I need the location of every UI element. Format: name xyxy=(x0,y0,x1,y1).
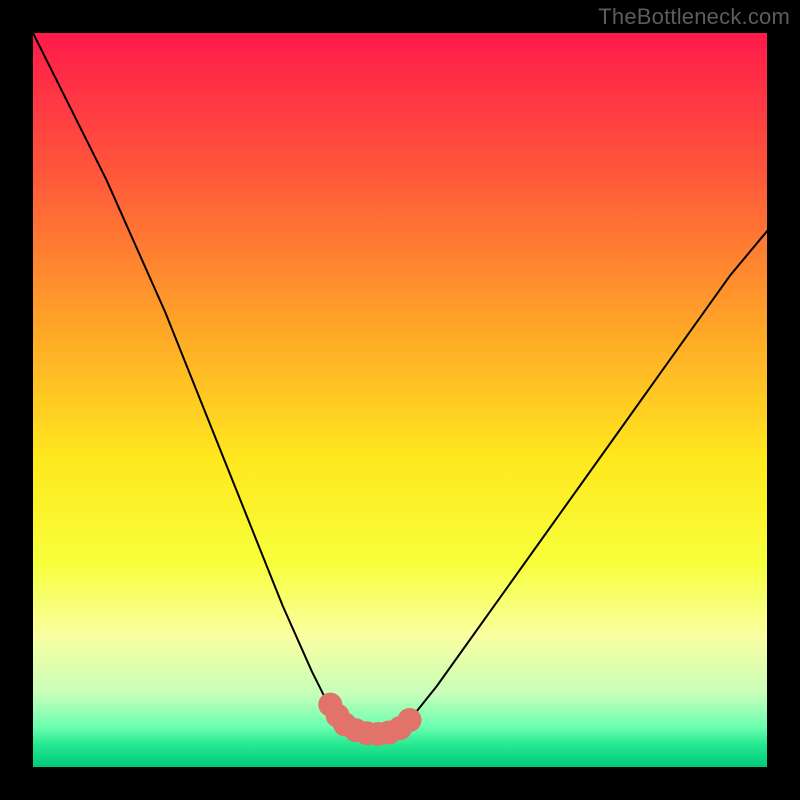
watermark-text: TheBottleneck.com xyxy=(598,4,790,30)
chart-svg xyxy=(33,33,767,767)
plot-area xyxy=(33,33,767,767)
chart-frame: TheBottleneck.com xyxy=(0,0,800,800)
valley-marker xyxy=(398,708,422,732)
gradient-background xyxy=(33,33,767,767)
